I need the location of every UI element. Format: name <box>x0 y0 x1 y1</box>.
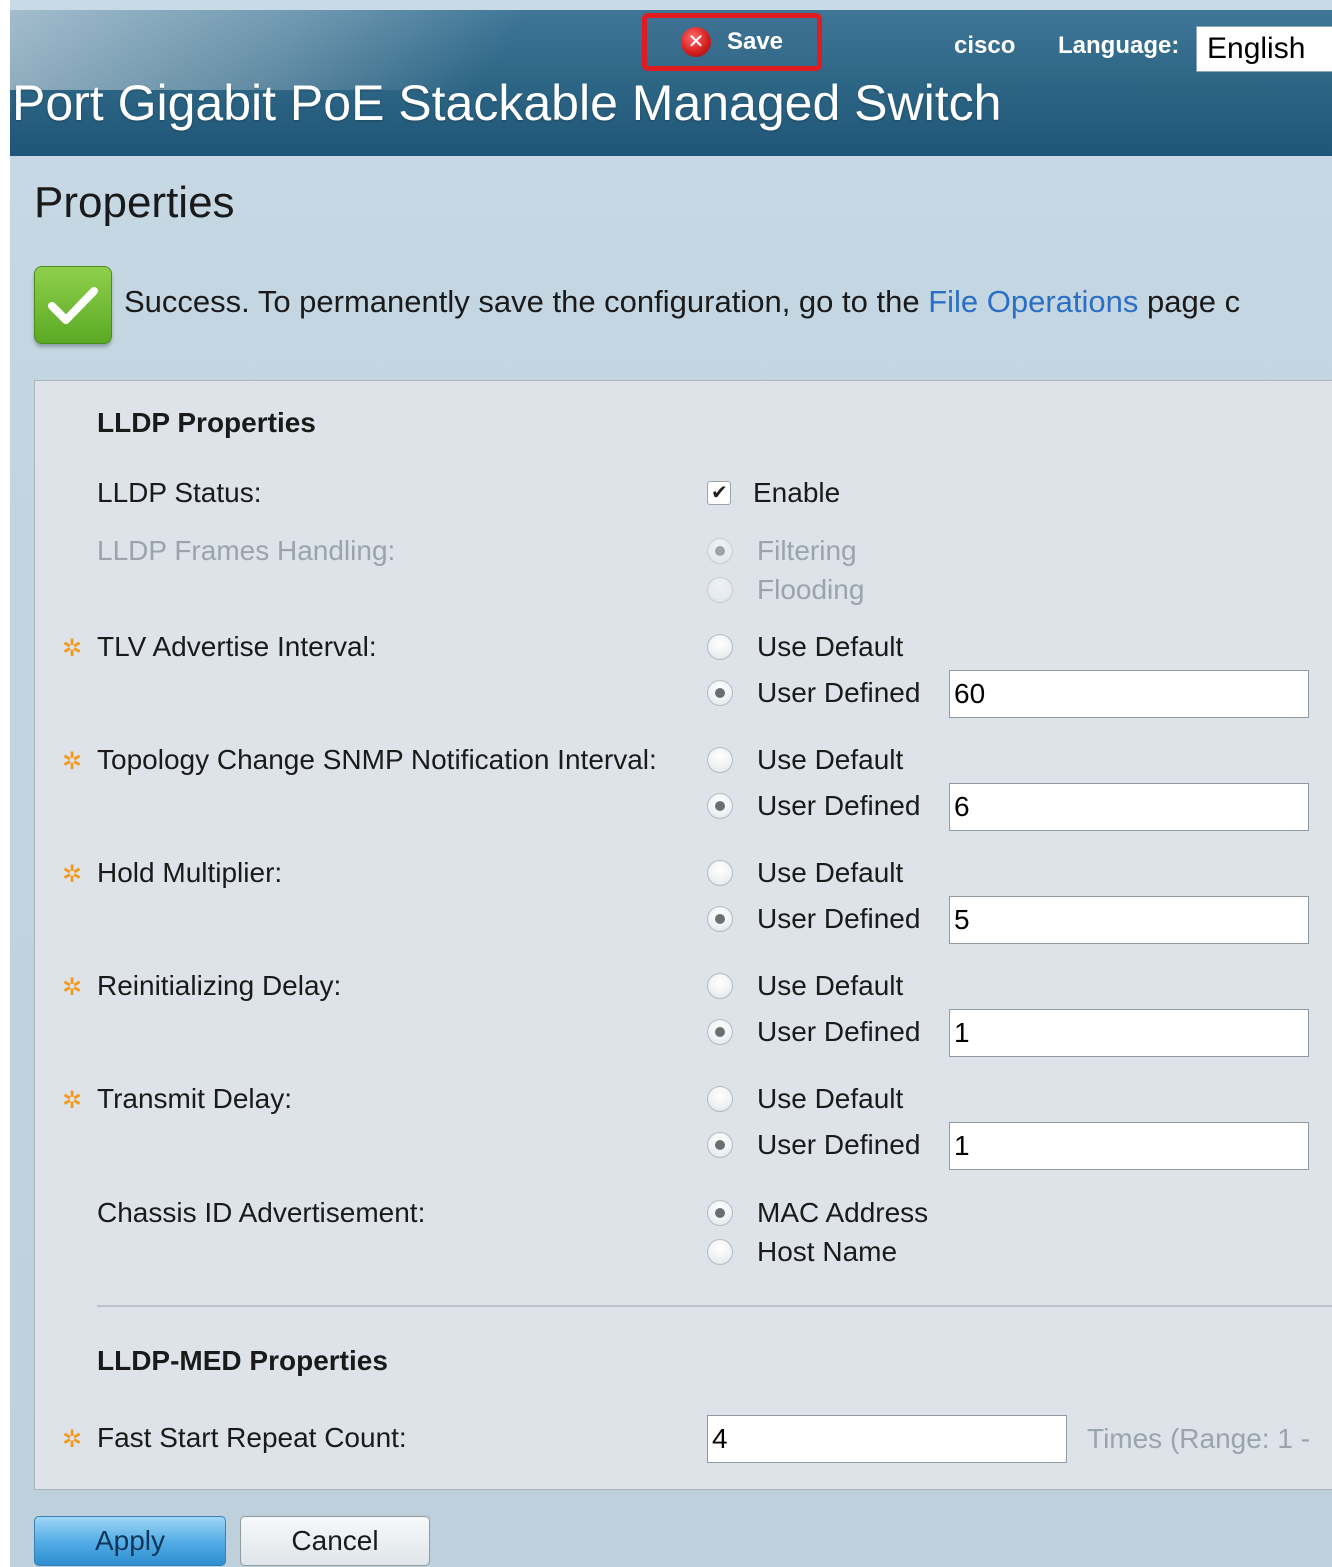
hold-user-defined-option: User Defined <box>707 902 920 936</box>
reinit-use-default-label: Use Default <box>757 970 904 1001</box>
topology-use-default-radio[interactable] <box>707 747 733 773</box>
topology-interval-input[interactable]: 6 <box>949 783 1309 831</box>
fast-start-input[interactable]: 4 <box>707 1415 1067 1463</box>
reinit-delay-input[interactable]: 1 <box>949 1009 1309 1057</box>
frames-flooding-label: Flooding <box>757 574 865 605</box>
required-gear-icon: ✲ <box>61 634 83 662</box>
required-gear-icon: ✲ <box>61 860 83 888</box>
header-bar: ✕ Save cisco Language: English Port Giga… <box>10 10 1332 156</box>
lldp-status-option: Enable <box>707 476 840 510</box>
reinit-use-default-option: Use Default <box>707 969 903 1003</box>
success-text-tail: page c <box>1138 284 1241 319</box>
hold-user-defined-radio[interactable] <box>707 906 733 932</box>
cisco-user-label: cisco <box>954 32 1016 59</box>
hold-user-defined-label: User Defined <box>757 903 921 934</box>
transmit-user-defined-label: User Defined <box>757 1129 921 1160</box>
frames-filtering-radio[interactable] <box>707 538 733 564</box>
hold-multiplier-input[interactable]: 5 <box>949 896 1309 944</box>
lldp-med-section-title: LLDP-MED Properties <box>97 1345 388 1376</box>
file-operations-link[interactable]: File Operations <box>928 284 1138 319</box>
required-gear-icon: ✲ <box>61 1086 83 1114</box>
lldp-status-label: LLDP Status: <box>97 477 262 508</box>
section-divider <box>97 1305 1332 1307</box>
frames-handling-label: LLDP Frames Handling: <box>97 535 396 566</box>
cancel-button[interactable]: Cancel <box>240 1516 430 1566</box>
topology-interval-label: Topology Change SNMP Notification Interv… <box>97 744 657 775</box>
transmit-use-default-label: Use Default <box>757 1083 904 1114</box>
required-gear-icon: ✲ <box>61 747 83 775</box>
chassis-hostname-label: Host Name <box>757 1236 898 1267</box>
reinit-user-defined-radio[interactable] <box>707 1019 733 1045</box>
tlv-user-defined-radio[interactable] <box>707 680 733 706</box>
hold-use-default-option: Use Default <box>707 856 903 890</box>
transmit-use-default-option: Use Default <box>707 1082 903 1116</box>
frames-flooding-option: Flooding <box>707 573 864 607</box>
topology-user-defined-option: User Defined <box>707 789 920 823</box>
chassis-mac-radio[interactable] <box>707 1200 733 1226</box>
topology-user-defined-label: User Defined <box>757 790 921 821</box>
chassis-hostname-option: Host Name <box>707 1235 897 1269</box>
frames-flooding-radio[interactable] <box>707 577 733 603</box>
tlv-interval-input[interactable]: 60 <box>949 670 1309 718</box>
frames-filtering-label: Filtering <box>757 535 857 566</box>
app-frame: ✕ Save cisco Language: English Port Giga… <box>10 0 1332 1567</box>
product-title: Port Gigabit PoE Stackable Managed Switc… <box>12 75 1002 131</box>
frames-filtering-option: Filtering <box>707 534 857 568</box>
language-select[interactable]: English <box>1196 26 1332 72</box>
apply-button[interactable]: Apply <box>34 1516 226 1566</box>
lldp-status-enable-checkbox[interactable] <box>707 480 731 505</box>
chassis-mac-option: MAC Address <box>707 1196 928 1230</box>
reinit-use-default-radio[interactable] <box>707 973 733 999</box>
save-button-label: Save <box>726 28 784 55</box>
tlv-use-default-label: Use Default <box>757 631 904 662</box>
required-gear-icon: ✲ <box>61 1425 83 1453</box>
transmit-delay-label: Transmit Delay: <box>97 1083 293 1114</box>
hold-multiplier-label: Hold Multiplier: <box>97 857 283 888</box>
transmit-delay-input[interactable]: 1 <box>949 1122 1309 1170</box>
tlv-user-defined-label: User Defined <box>757 677 921 708</box>
chassis-hostname-radio[interactable] <box>707 1239 733 1265</box>
success-text: Success. To permanently save the configu… <box>124 284 1240 320</box>
page-title: Properties <box>34 178 235 227</box>
reinit-user-defined-label: User Defined <box>757 1016 921 1047</box>
reinit-delay-label: Reinitializing Delay: <box>97 970 342 1001</box>
tlv-user-defined-option: User Defined <box>707 676 920 710</box>
transmit-use-default-radio[interactable] <box>707 1086 733 1112</box>
lldp-section-title: LLDP Properties <box>97 407 316 438</box>
topology-use-default-label: Use Default <box>757 744 904 775</box>
hold-use-default-radio[interactable] <box>707 860 733 886</box>
required-gear-icon: ✲ <box>61 973 83 1001</box>
lldp-status-enable-label: Enable <box>753 477 841 508</box>
topology-user-defined-radio[interactable] <box>707 793 733 819</box>
language-label: Language: <box>1058 32 1180 59</box>
chassis-id-label: Chassis ID Advertisement: <box>97 1197 426 1228</box>
lldp-properties-panel: LLDP Properties LLDP Status: Enable LLDP… <box>34 380 1332 1490</box>
success-check-icon <box>34 266 112 344</box>
fast-start-range-hint: Times (Range: 1 - <box>1087 1423 1311 1454</box>
transmit-user-defined-option: User Defined <box>707 1128 920 1162</box>
hold-use-default-label: Use Default <box>757 857 904 888</box>
fast-start-label: Fast Start Repeat Count: <box>97 1422 407 1453</box>
success-message: Success. To permanently save the configu… <box>34 266 1332 346</box>
tlv-use-default-radio[interactable] <box>707 634 733 660</box>
chassis-mac-label: MAC Address <box>757 1197 929 1228</box>
reinit-user-defined-option: User Defined <box>707 1015 920 1049</box>
transmit-user-defined-radio[interactable] <box>707 1132 733 1158</box>
tlv-use-default-option: Use Default <box>707 630 903 664</box>
success-text-main: Success. To permanently save the configu… <box>124 284 929 319</box>
save-button[interactable]: ✕ Save <box>642 13 822 71</box>
tlv-interval-label: TLV Advertise Interval: <box>97 631 377 662</box>
topology-use-default-option: Use Default <box>707 743 903 777</box>
save-warning-x-icon: ✕ <box>680 27 711 57</box>
